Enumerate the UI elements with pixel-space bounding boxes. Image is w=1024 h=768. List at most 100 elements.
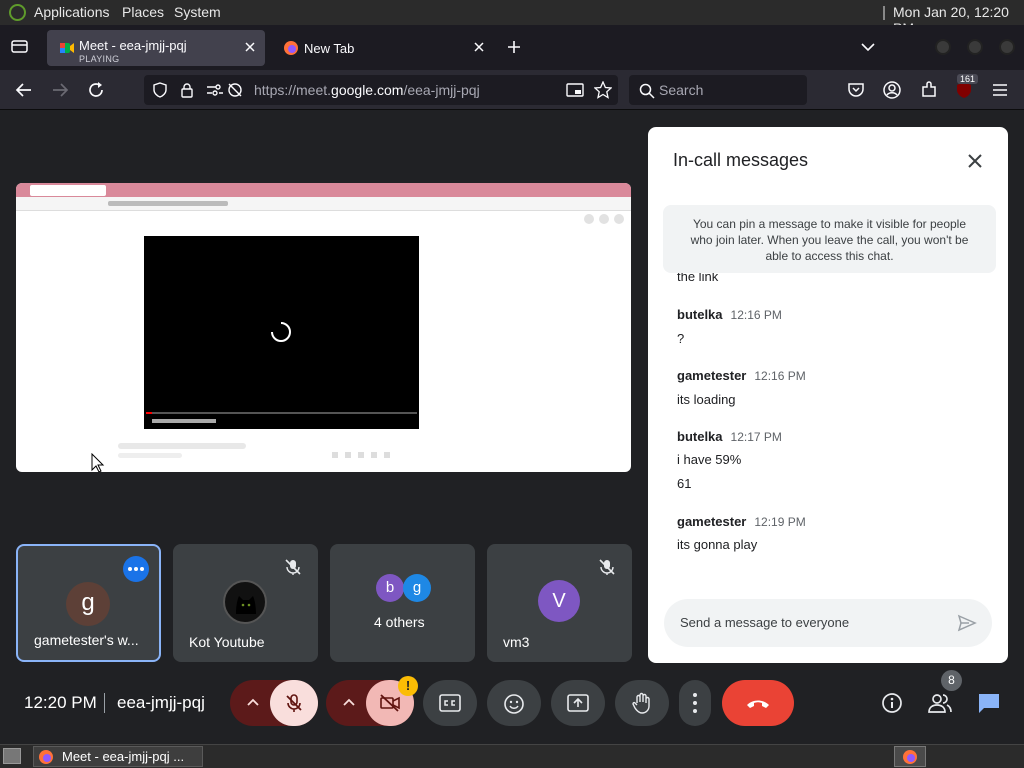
avatar: V [538, 580, 580, 622]
participant-tile-others[interactable]: b g 4 others [330, 544, 475, 662]
microphone-toggle-button[interactable] [270, 680, 318, 726]
audio-control-group [230, 680, 318, 726]
meet-stage: g gametester's w... Kot Youtube b g 4 ot… [0, 110, 1024, 744]
forward-arrow-icon[interactable] [50, 80, 70, 100]
shared-round-button [599, 214, 609, 224]
close-tab-icon[interactable] [243, 40, 257, 54]
mic-blocked-icon[interactable] [226, 82, 244, 98]
system-menu[interactable]: System [174, 4, 221, 20]
message-text: the link [677, 273, 719, 284]
divider [104, 693, 105, 713]
loading-spinner-icon [271, 322, 291, 342]
more-dots-icon [128, 567, 144, 571]
camera-warning-badge[interactable]: ! [398, 676, 418, 696]
cat-avatar-icon [236, 596, 256, 614]
present-screen-button[interactable] [551, 680, 605, 726]
tab-title: Meet - eea-jmjj-pqj [79, 38, 187, 53]
tab-playing-label: PLAYING [79, 54, 120, 64]
picture-in-picture-icon[interactable] [566, 82, 584, 98]
more-options-button[interactable] [123, 556, 149, 582]
shared-dots [332, 452, 390, 458]
raise-hand-button[interactable] [615, 680, 669, 726]
captions-button[interactable] [423, 680, 477, 726]
account-icon[interactable] [882, 80, 902, 100]
panel-separator [883, 6, 885, 20]
people-icon[interactable] [928, 693, 952, 713]
present-screen-icon [567, 694, 589, 712]
panel-title: In-call messages [673, 150, 809, 170]
applications-menu[interactable]: Applications [34, 4, 110, 20]
video-options-chevron-icon[interactable] [342, 697, 356, 707]
back-arrow-icon[interactable] [14, 80, 34, 100]
shared-screen[interactable] [16, 183, 631, 472]
firefox-favicon-icon [284, 41, 298, 55]
mic-off-icon [285, 559, 301, 575]
end-call-icon [747, 700, 769, 708]
pocket-icon[interactable] [846, 80, 866, 100]
show-desktop-icon[interactable] [3, 748, 21, 764]
minimize-window-button[interactable] [935, 39, 951, 55]
chevron-down-icon[interactable] [860, 40, 876, 54]
closed-captions-icon [439, 694, 461, 712]
list-all-tabs-icon[interactable] [10, 38, 30, 56]
close-window-button[interactable] [999, 39, 1015, 55]
new-tab-plus-icon[interactable] [506, 39, 522, 55]
tab-strip: Meet - eea-jmjj-pqj PLAYING New Tab [0, 25, 1024, 70]
taskbar-item-meet[interactable]: Meet - eea-jmjj-pqj ... [33, 746, 203, 767]
firefox-icon [903, 750, 917, 764]
url-bar[interactable]: https://meet.google.com/eea-jmjj-pqj [144, 75, 618, 105]
extension-badge: 161 [957, 74, 979, 84]
message-list[interactable]: the link butelka 12:16 PM ? gametester 12:… [648, 273, 1008, 583]
participant-name: vm3 [503, 634, 530, 650]
shared-placeholder-line [118, 453, 182, 458]
reload-icon[interactable] [86, 80, 106, 100]
chat-icon[interactable] [977, 692, 1001, 714]
message-input[interactable]: Send a message to everyone [664, 599, 992, 647]
shared-url-bar [108, 201, 228, 206]
close-panel-icon[interactable] [966, 152, 984, 170]
audio-options-chevron-icon[interactable] [246, 697, 260, 707]
participant-tile-self[interactable]: g gametester's w... [16, 544, 161, 662]
tab-meet[interactable]: Meet - eea-jmjj-pqj PLAYING [47, 30, 265, 66]
places-menu[interactable]: Places [122, 4, 164, 20]
mouse-cursor-icon [91, 453, 105, 472]
shared-placeholder-line [118, 443, 246, 449]
taskbar-item-label: Meet - eea-jmjj-pqj ... [62, 749, 185, 764]
maximize-window-button[interactable] [967, 39, 983, 55]
navigation-toolbar: https://meet.google.com/eea-jmjj-pqj Sea… [0, 70, 1024, 110]
meeting-details-icon[interactable] [881, 692, 903, 714]
avatar: b [376, 574, 404, 602]
more-options-button[interactable] [679, 680, 711, 726]
message-header: butelka 12:17 PM [677, 429, 782, 444]
shared-browser-tab [30, 185, 106, 196]
reactions-button[interactable] [487, 680, 541, 726]
leave-call-button[interactable] [722, 680, 794, 726]
lock-icon[interactable] [180, 82, 194, 98]
video-progress-fill [146, 412, 152, 414]
search-icon [639, 83, 655, 99]
pin-message-notice: You can pin a message to make it visible… [663, 205, 996, 273]
tab-new-tab[interactable]: New Tab [272, 30, 494, 66]
meeting-clock: 12:20 PM [24, 693, 97, 712]
bookmark-star-icon[interactable] [594, 81, 612, 99]
message-header: butelka 12:16 PM [677, 307, 782, 322]
shared-video-player [144, 236, 419, 429]
extensions-puzzle-icon[interactable] [919, 80, 939, 100]
shared-round-button [584, 214, 594, 224]
participant-tile-kot-youtube[interactable]: Kot Youtube [173, 544, 318, 662]
raise-hand-icon [632, 692, 650, 714]
shared-browser-tabbar [16, 183, 631, 197]
message-text: ? [677, 331, 685, 346]
distro-logo-icon[interactable] [9, 4, 26, 21]
workspace-switcher[interactable] [894, 746, 926, 767]
tracking-shield-icon[interactable] [152, 82, 168, 98]
send-icon[interactable] [957, 613, 977, 633]
meeting-code: eea-jmjj-pqj [117, 693, 205, 712]
participant-tile-vm3[interactable]: V vm3 [487, 544, 632, 662]
search-placeholder: Search [659, 82, 704, 98]
top-panel: Applications Places System Mon Jan 20, 1… [0, 0, 1024, 36]
permissions-icon[interactable] [206, 83, 224, 97]
hamburger-menu-icon[interactable] [990, 80, 1010, 100]
search-bar[interactable]: Search [629, 75, 807, 105]
close-tab-icon[interactable] [472, 40, 486, 54]
